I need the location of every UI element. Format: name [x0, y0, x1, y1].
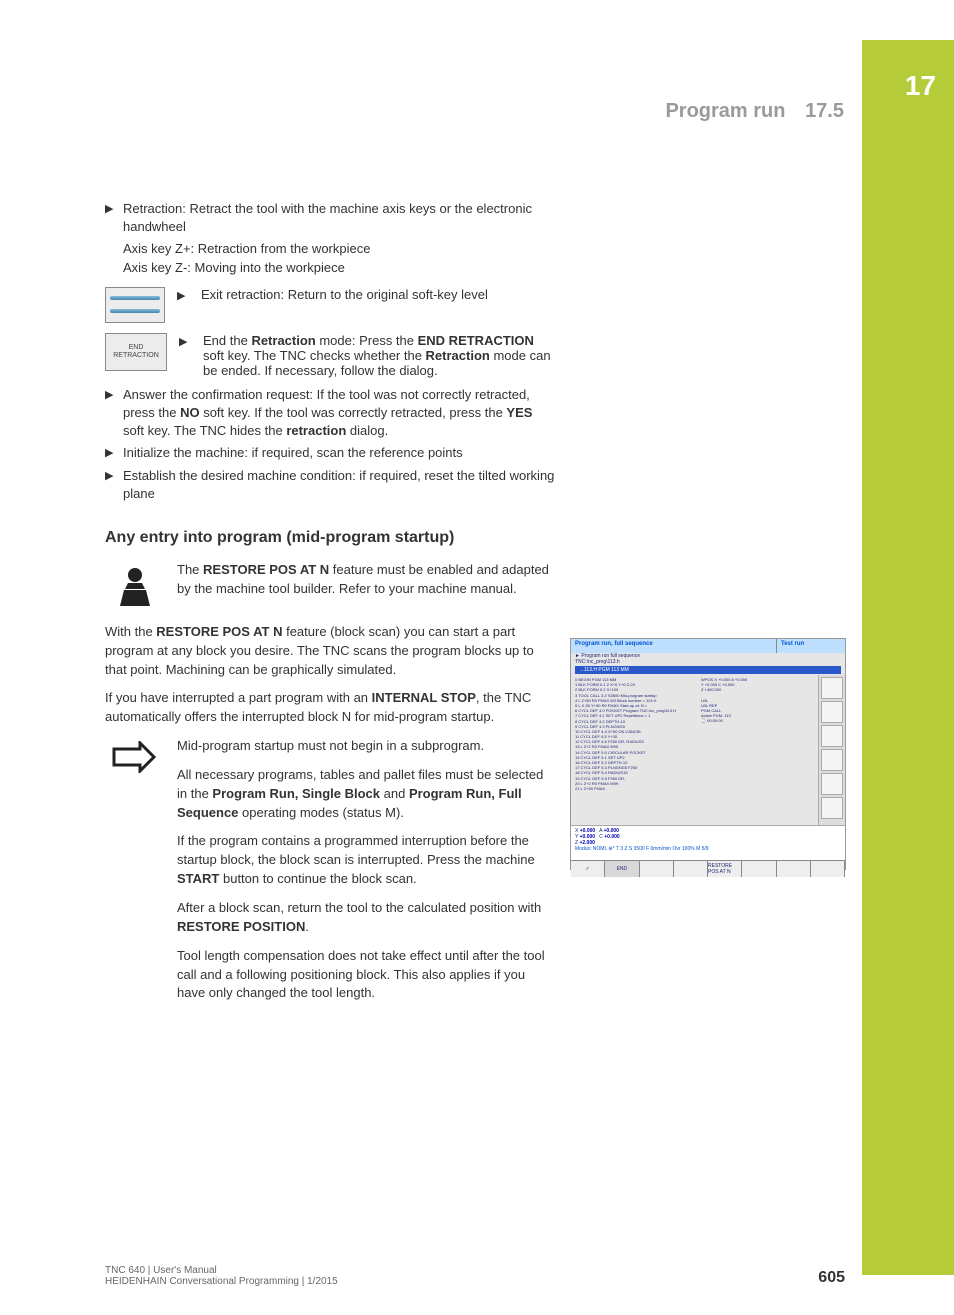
page-content: ▶ Retraction: Retract the tool with the … — [105, 200, 845, 1027]
scrn-info: LBLLBL REPPGM CALLActive PGM: 113⌚ 00:00… — [701, 698, 816, 723]
chapter-number: 17 — [862, 40, 954, 102]
chapter-tab: 17 — [862, 40, 954, 1275]
scrn-dro: X +0.000 A +0.000 Y +0.000 C +0.000 Z +2… — [571, 825, 845, 860]
softkey-handwheel-icon — [105, 287, 165, 323]
scrn-title-left: Program run, full sequence — [571, 639, 776, 653]
scrn-title-right: Test run — [776, 639, 845, 653]
body-text: Axis key Z-: Moving into the workpiece — [123, 259, 555, 277]
note-text: If the program contains a programmed int… — [177, 832, 555, 889]
bullet-arrow-icon: ▶ — [179, 333, 203, 378]
scrn-mid-panel: WPOS X +0.000 A +0.000Y +0.000 C +0.000Z… — [699, 675, 818, 825]
section-heading: Any entry into program (mid-program star… — [105, 529, 555, 547]
note-list: Mid-program startup must not begin in a … — [177, 737, 555, 1013]
body-text: End the Retraction mode: Press the END R… — [203, 333, 555, 378]
header-section: 17.5 — [805, 100, 844, 122]
body-paragraph: If you have interrupted a part program w… — [105, 689, 555, 727]
bullet-arrow-icon: ▶ — [105, 386, 123, 441]
footer-line1: TNC 640 | User's Manual — [105, 1265, 338, 1276]
note-text: Tool length compensation does not take e… — [177, 947, 555, 1004]
body-text: Axis key Z+: Retraction from the workpie… — [123, 240, 555, 258]
bullet-arrow-icon: ▶ — [177, 287, 201, 302]
bullet-arrow-icon: ▶ — [105, 200, 123, 236]
note-text: All necessary programs, tables and palle… — [177, 766, 555, 823]
note-text: Mid-program startup must not begin in a … — [177, 737, 555, 756]
scrn-file: TNC:\nc_prog\113.h — [571, 659, 845, 665]
note-text: After a block scan, return the tool to t… — [177, 899, 555, 937]
bullet-arrow-icon: ▶ — [105, 467, 123, 503]
scrn-coords: WPOS X +0.000 A +0.000Y +0.000 C +0.000Z… — [701, 677, 816, 692]
body-paragraph: With the RESTORE POS AT N feature (block… — [105, 623, 555, 680]
footer-line2: HEIDENHAIN Conversational Programming | … — [105, 1276, 338, 1287]
body-text: Answer the confirmation request: If the … — [123, 386, 555, 441]
note-arrow-icon — [105, 737, 165, 1013]
page-footer: TNC 640 | User's Manual HEIDENHAIN Conve… — [105, 1265, 845, 1287]
body-text: Initialize the machine: if required, sca… — [123, 444, 555, 462]
header-title: Program run — [665, 100, 785, 122]
machine-builder-icon — [105, 561, 165, 609]
page-header: Program run 17.5 — [665, 100, 844, 123]
body-text: Exit retraction: Return to the original … — [201, 287, 555, 302]
softkey-end-retraction: END RETRACTION — [105, 333, 167, 371]
note-text: The RESTORE POS AT N feature must be ena… — [177, 561, 555, 599]
body-text: Establish the desired machine condition:… — [123, 467, 555, 503]
cnc-screenshot: Program run, full sequence Test run ► Pr… — [570, 638, 846, 870]
page-number: 605 — [818, 1269, 845, 1287]
scrn-program-list: 0 BEGIN PGM 113 MM1 BLK FORM 0.1 Z X+0 Y… — [571, 675, 699, 825]
bullet-arrow-icon: ▶ — [105, 444, 123, 462]
scrn-softkey-row: ✓ENDRESTORE POS AT N — [571, 860, 845, 877]
scrn-right-toolbar — [818, 675, 845, 825]
body-text: Retraction: Retract the tool with the ma… — [123, 200, 555, 236]
scrn-active-row: →113.H PGM 113 MM — [575, 666, 841, 674]
